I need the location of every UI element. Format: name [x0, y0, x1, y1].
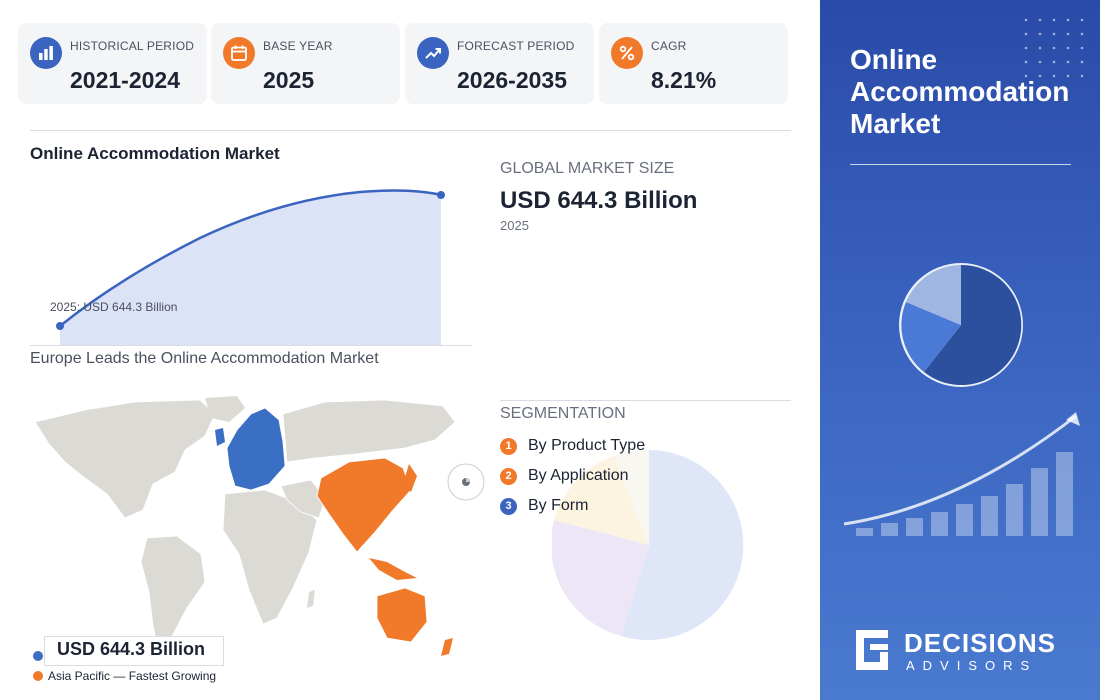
north-america [34, 399, 216, 519]
stat-value: 2021-2024 [70, 67, 180, 93]
panel-pie-graphic [899, 263, 1023, 387]
bar-chart-icon [30, 37, 62, 69]
stat-label: BASE YEAR [263, 39, 333, 53]
europe-region [226, 407, 286, 491]
global-market-label: GLOBAL MARKET SIZE [500, 160, 675, 177]
map-title: Europe Leads the Online Accommodation Ma… [30, 350, 379, 367]
growth-point-label: 2025: USD 644.3 Billion [50, 300, 178, 314]
stat-value: 8.21% [651, 67, 717, 93]
segment-item[interactable]: 1 By Product Type [500, 437, 645, 455]
growth-start-point [56, 322, 64, 330]
stat-card-historical-period: HISTORICAL PERIOD 2021-2024 [18, 23, 207, 104]
russia [282, 399, 456, 463]
uk [215, 428, 225, 446]
growth-chart-title: Online Accommodation Market [30, 144, 280, 163]
stat-label: FORECAST PERIOD [457, 39, 575, 53]
south-america [140, 535, 206, 653]
segment-item[interactable]: 2 By Application [500, 467, 629, 485]
panel-title: Online Accommodation Market [850, 44, 1070, 139]
growth-area [60, 190, 441, 346]
divider [30, 130, 791, 131]
growth-chart [30, 189, 472, 346]
global-market-value: USD 644.3 Billion [500, 187, 698, 214]
madagascar [307, 590, 315, 608]
stat-card-forecast-period: FORECAST PERIOD 2026-2035 [405, 23, 594, 104]
stat-label: HISTORICAL PERIOD [70, 39, 195, 53]
panel-growth-graphic [843, 412, 1080, 536]
stat-label: CAGR [651, 39, 687, 53]
brand-name: DECISIONS [904, 628, 1057, 658]
map-legend: Asia Pacific — Fastest Growing [48, 669, 217, 683]
stat-card-cagr: CAGR 8.21% [599, 23, 788, 104]
brand-subtitle: ADVISORS [906, 658, 1038, 673]
segment-number: 2 [500, 467, 517, 485]
stat-value: 2026-2035 [457, 67, 567, 93]
side-panel: Online Accommodation Market DECISIONS AD… [820, 0, 1100, 700]
panel-divider [850, 164, 1071, 165]
segment-number: 1 [500, 437, 517, 455]
trend-up-icon [417, 37, 449, 69]
growth-end-point [437, 191, 445, 199]
world-map [34, 396, 456, 656]
brand-logo-icon [856, 630, 888, 670]
segment-item[interactable]: 3 By Form [500, 497, 588, 515]
segment-label: By Product Type [528, 437, 646, 454]
divider [500, 400, 791, 401]
segment-number: 3 [500, 497, 517, 515]
asia-pacific-region [316, 457, 412, 553]
southeast-asia-islands [369, 558, 417, 580]
stat-value: 2025 [263, 67, 315, 93]
stat-card-base-year: BASE YEAR 2025 [211, 23, 400, 104]
australia [376, 587, 428, 643]
percent-icon [611, 37, 643, 69]
segmentation-icon [447, 463, 485, 501]
new-zealand [441, 638, 453, 656]
leading-region-dot [33, 651, 43, 661]
growing-region-dot [33, 671, 43, 681]
calendar-icon [223, 37, 255, 69]
segment-label: By Application [528, 467, 629, 484]
segment-label: By Form [528, 497, 589, 514]
global-market-year: 2025 [500, 218, 529, 233]
segmentation-title: SEGMENTATION [500, 405, 626, 422]
map-callout-value: USD 644.3 Billion [57, 639, 206, 659]
